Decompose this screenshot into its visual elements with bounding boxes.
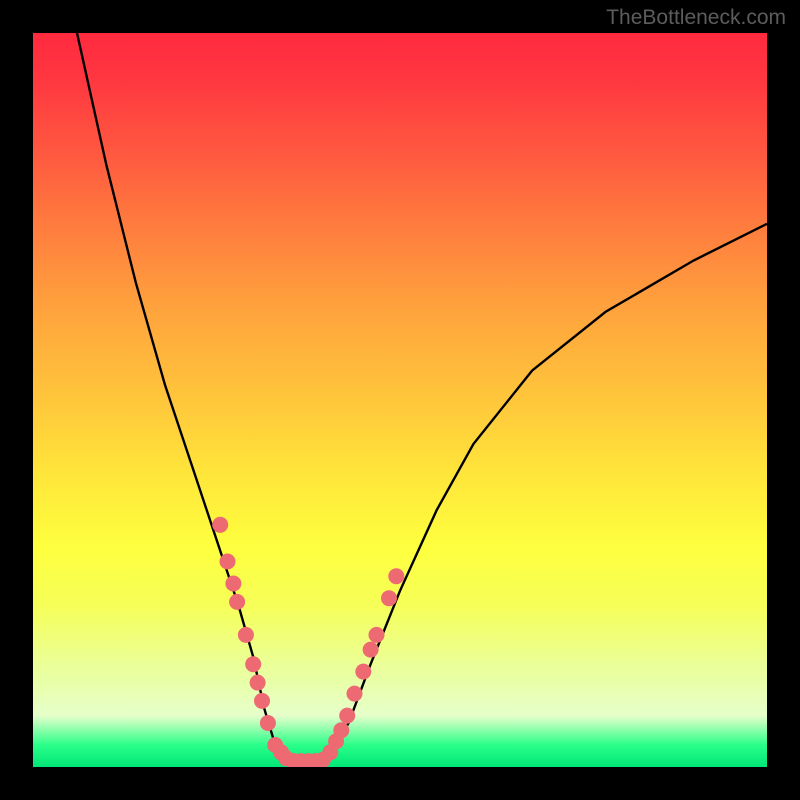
data-marker xyxy=(238,627,254,643)
data-marker xyxy=(388,568,404,584)
data-marker xyxy=(225,576,241,592)
data-marker xyxy=(333,722,349,738)
data-marker xyxy=(260,715,276,731)
data-marker xyxy=(369,627,385,643)
bottleneck-curve xyxy=(77,33,767,767)
data-marker xyxy=(355,664,371,680)
chart-overlay xyxy=(33,33,767,767)
data-marker xyxy=(250,675,266,691)
data-marker xyxy=(245,656,261,672)
data-markers xyxy=(212,517,404,767)
data-marker xyxy=(220,554,236,570)
data-marker xyxy=(363,642,379,658)
data-marker xyxy=(229,594,245,610)
data-marker xyxy=(347,686,363,702)
data-marker xyxy=(212,517,228,533)
data-marker xyxy=(339,708,355,724)
data-marker xyxy=(254,693,270,709)
data-marker xyxy=(381,590,397,606)
watermark-text: TheBottleneck.com xyxy=(606,6,786,30)
